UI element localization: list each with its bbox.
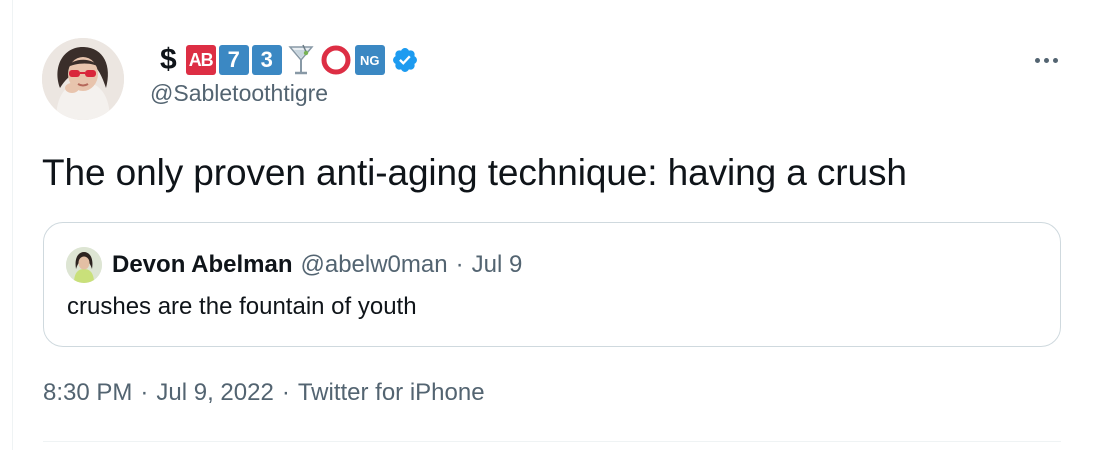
more-options-button[interactable] bbox=[1030, 48, 1062, 72]
more-dot-icon bbox=[1052, 57, 1058, 63]
quoted-tweet-header: Devon Abelman @abelw0man · Jul 9 bbox=[112, 251, 522, 279]
quoted-author-handle: @abelw0man bbox=[300, 251, 448, 278]
cocktail-glass-icon bbox=[285, 43, 317, 77]
more-dot-icon bbox=[1034, 57, 1040, 63]
separator-dot: · bbox=[281, 379, 290, 406]
ng-button-icon: NG bbox=[354, 45, 385, 75]
keycap-three-icon: 3 bbox=[251, 45, 282, 75]
quoted-tweet-card[interactable]: Devon Abelman @abelw0man · Jul 9 crushes… bbox=[43, 222, 1061, 347]
tweet-timestamp-link[interactable]: 8:30 PM bbox=[43, 379, 132, 407]
author-avatar[interactable] bbox=[42, 38, 124, 120]
quoted-tweet-date: Jul 9 bbox=[471, 251, 523, 278]
quoted-author-name: Devon Abelman bbox=[112, 251, 293, 278]
bottom-divider bbox=[43, 441, 1061, 442]
keycap-seven-icon: 7 bbox=[218, 45, 249, 75]
quoted-tweet-text: crushes are the fountain of youth bbox=[67, 293, 417, 320]
author-display-name[interactable]: $ AB 7 3 NG bbox=[160, 42, 420, 78]
dollar-sign: $ bbox=[160, 43, 177, 76]
tweet-date-link[interactable]: Jul 9, 2022 bbox=[156, 379, 273, 407]
quoted-author-avatar bbox=[66, 247, 102, 283]
tweet-source-link[interactable]: Twitter for iPhone bbox=[298, 379, 485, 407]
hollow-red-circle-icon bbox=[320, 43, 352, 77]
separator-dot: · bbox=[140, 379, 149, 406]
tweet-text: The only proven anti-aging technique: ha… bbox=[42, 152, 907, 193]
tweet-metadata: 8:30 PM · Jul 9, 2022 · Twitter for iPho… bbox=[43, 379, 485, 407]
left-divider bbox=[12, 0, 13, 450]
ab-button-icon: AB bbox=[185, 45, 216, 75]
verified-badge-icon[interactable] bbox=[390, 45, 420, 75]
author-handle[interactable]: @Sabletoothtigre bbox=[150, 80, 328, 107]
separator-dot: · bbox=[455, 251, 464, 278]
more-dot-icon bbox=[1043, 57, 1049, 63]
tweet: $ AB 7 3 NG @Sabletoothtigre The only pr… bbox=[0, 0, 1100, 450]
